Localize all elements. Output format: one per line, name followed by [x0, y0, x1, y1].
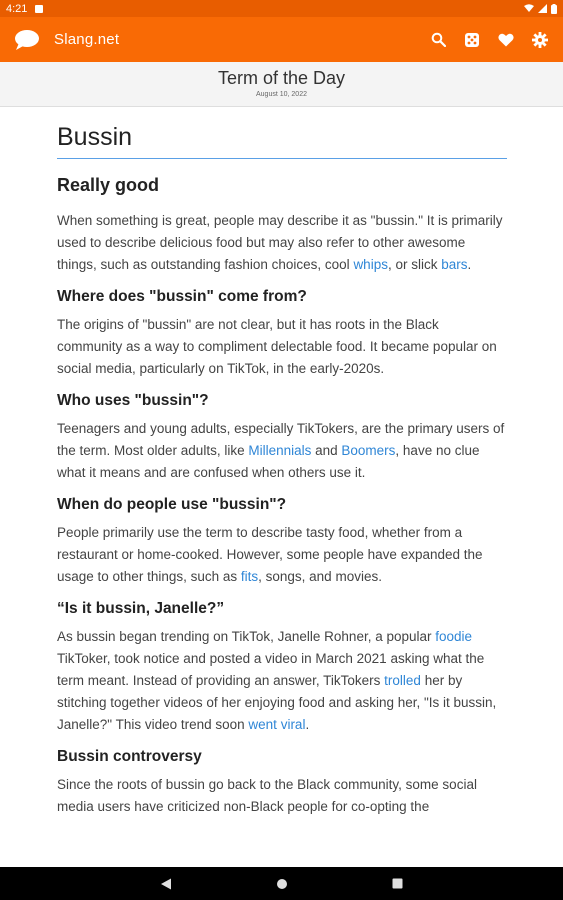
- paragraph-janelle: As bussin began trending on TikTok, Jane…: [57, 629, 497, 732]
- speech-bubble-icon[interactable]: [12, 25, 42, 55]
- wifi-icon: [524, 4, 534, 13]
- link-foodie[interactable]: foodie: [435, 629, 472, 644]
- heart-icon[interactable]: [497, 31, 515, 49]
- search-icon[interactable]: [429, 31, 447, 49]
- status-bar: 4:21: [0, 0, 563, 17]
- notification-icon: [35, 4, 44, 13]
- app-title: Slang.net: [54, 31, 120, 48]
- paragraph-origin: The origins of "bussin" are not clear, b…: [57, 317, 497, 376]
- link-boomers[interactable]: Boomers: [341, 443, 395, 458]
- heading-when: When do people use "bussin"?: [57, 496, 287, 513]
- term-definition: Really good: [57, 175, 160, 195]
- link-bars[interactable]: bars: [441, 257, 467, 272]
- term-of-the-day-header: Term of the Day August 10, 2022: [0, 62, 563, 107]
- heading-users: Who uses "bussin"?: [57, 392, 209, 409]
- paragraph-controversy: Since the roots of bussin go back to the…: [57, 777, 477, 814]
- paragraph-description: When something is great, people may desc…: [57, 213, 503, 272]
- gear-icon[interactable]: [531, 31, 549, 49]
- link-went-viral[interactable]: went viral: [248, 717, 305, 732]
- article[interactable]: Bussin Really good When something is gre…: [57, 107, 507, 867]
- battery-icon: [551, 3, 557, 14]
- link-whips[interactable]: whips: [353, 257, 388, 272]
- signal-icon: [538, 4, 547, 13]
- app-bar: Slang.net: [0, 17, 563, 62]
- home-circle-icon[interactable]: [274, 876, 290, 892]
- link-fits[interactable]: fits: [241, 569, 258, 584]
- status-time: 4:21: [6, 2, 28, 15]
- recents-square-icon[interactable]: [390, 876, 406, 892]
- link-trolled[interactable]: trolled: [384, 673, 421, 688]
- paragraph-users: Teenagers and young adults, especially T…: [57, 421, 505, 480]
- heading-controversy: Bussin controversy: [57, 748, 202, 765]
- dice-icon[interactable]: [463, 31, 481, 49]
- paragraph-when: People primarily use the term to describ…: [57, 525, 483, 584]
- heading-origin: Where does "bussin" come from?: [57, 288, 307, 305]
- system-nav-bar: [0, 867, 563, 900]
- term-word: Bussin: [57, 123, 507, 159]
- link-millennials[interactable]: Millennials: [248, 443, 311, 458]
- section-title: Term of the Day: [217, 68, 346, 88]
- term-date: August 10, 2022: [256, 91, 307, 98]
- heading-janelle: “Is it bussin, Janelle?”: [57, 600, 225, 617]
- back-triangle-icon[interactable]: [158, 876, 174, 892]
